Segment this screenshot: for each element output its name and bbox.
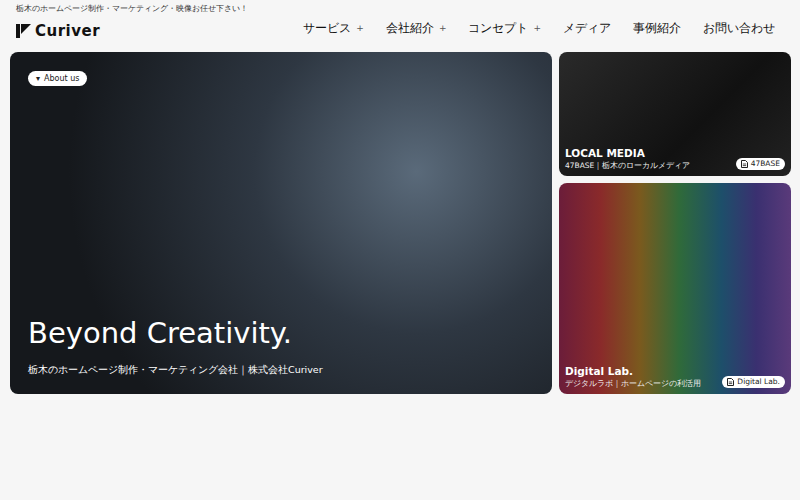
document-icon [727, 378, 734, 386]
plus-icon: + [439, 23, 447, 33]
logo[interactable]: Curiver [16, 22, 100, 40]
card-text: Digital Lab.デジタルラボ｜ホームページの利活用 [565, 365, 701, 389]
plus-icon: + [356, 23, 364, 33]
spacer [28, 86, 534, 315]
nav-label: 会社紹介 [386, 21, 434, 36]
caret-icon: ▾ [36, 73, 40, 84]
plus-icon: + [533, 23, 541, 33]
badge-label: 47BASE [751, 159, 780, 169]
nav-label: メディア [563, 21, 611, 36]
side-cards: LOCAL MEDIA47BASE｜栃木のローカルメディア 47BASE Digit… [559, 52, 791, 394]
nav-label: コンセプト [468, 21, 528, 36]
about-badge[interactable]: ▾ About us [28, 71, 87, 86]
nav-item[interactable]: 事例紹介 [622, 17, 692, 40]
nav-label: 事例紹介 [633, 21, 681, 36]
site-header: 栃木のホームページ制作・マーケティング・映像お任せ下さい！ Curiver サービス… [0, 0, 800, 48]
card-text: LOCAL MEDIA47BASE｜栃木のローカルメディア [565, 147, 690, 171]
nav-item[interactable]: 会社紹介 + [375, 17, 458, 40]
hero-subtitle: 栃木のホームページ制作・マーケティング会社｜株式会社Curiver [28, 363, 534, 376]
nav-item[interactable]: サービス + [292, 17, 375, 40]
card-footer: Digital Lab.デジタルラボ｜ホームページの利活用Digital Lab… [565, 365, 785, 389]
hero-grid: ▾ About us Beyond Creativity. 栃木のホームページ制作・マ… [0, 48, 800, 394]
nav-label: サービス [303, 21, 351, 36]
nav-item[interactable]: メディア [552, 17, 622, 40]
card-badge[interactable]: Digital Lab. [722, 376, 785, 388]
card-subtitle: デジタルラボ｜ホームページの利活用 [565, 378, 701, 389]
main-nav: サービス + 会社紹介 + コンセプト + メディア 事例紹介 お問い合わせ [292, 17, 786, 40]
card-title: LOCAL MEDIA [565, 147, 690, 160]
card-badge[interactable]: 47BASE [736, 158, 785, 170]
card-title: Digital Lab. [565, 365, 701, 378]
logo-mark-icon [16, 23, 32, 39]
feature-card[interactable]: Digital Lab.デジタルラボ｜ホームページの利活用Digital Lab… [559, 183, 791, 394]
hero-banner[interactable]: ▾ About us Beyond Creativity. 栃木のホームページ制作・マ… [10, 52, 552, 394]
nav-item[interactable]: お問い合わせ [692, 17, 786, 40]
logo-text: Curiver [35, 22, 100, 40]
feature-card[interactable]: LOCAL MEDIA47BASE｜栃木のローカルメディア 47BASE [559, 52, 791, 176]
header-row: Curiver サービス + 会社紹介 + コンセプト + メディア 事例紹介 お問い合わせ [16, 16, 784, 40]
tagline: 栃木のホームページ制作・マーケティング・映像お任せ下さい！ [16, 4, 784, 14]
nav-label: お問い合わせ [703, 21, 775, 36]
nav-item[interactable]: コンセプト + [457, 17, 552, 40]
hero-title: Beyond Creativity. [28, 315, 534, 351]
document-icon [741, 160, 748, 168]
badge-label: About us [44, 73, 79, 84]
badge-label: Digital Lab. [737, 377, 780, 387]
card-subtitle: 47BASE｜栃木のローカルメディア [565, 160, 690, 171]
card-footer: LOCAL MEDIA47BASE｜栃木のローカルメディア 47BASE [565, 147, 785, 171]
